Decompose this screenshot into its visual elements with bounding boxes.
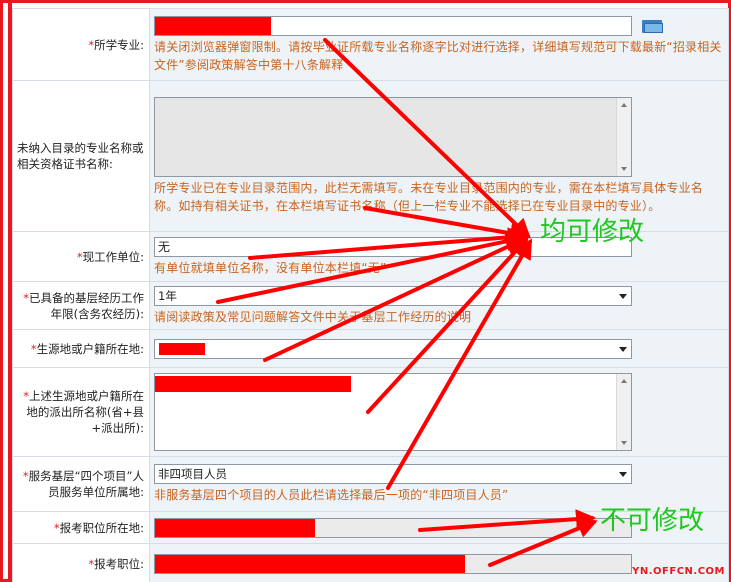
annotation-editable: 均可修改 [540, 217, 645, 247]
label-grassroots-years: *已具备的基层经历工作年限(含务农经历): [12, 281, 150, 330]
label-police-station: *上述生源地或户籍所在地的派出所名称(省+县+派出所): [12, 367, 150, 457]
row-post: *报考职位: [12, 543, 729, 582]
field-cell-four-projects: 非四项目人员 非服务基层四个项目的人员此栏请选择最后一项的“非四项目人员” [149, 456, 729, 512]
label-hukou: *生源地或户籍所在地: [12, 329, 150, 368]
hint-unlisted-major: 所学专业已在专业目录范围内，此栏无需填写。未在专业目录范围内的专业，需在本栏填写… [154, 181, 704, 213]
grassroots-years-value: 1年 [158, 288, 177, 303]
label-unlisted-major: 未纳入目录的专业名称或相关资格证书名称: [12, 80, 150, 232]
row-four-projects: *服务基层“四个项目”人员服务单位所属地: 非四项目人员 非服务基层四个项目的人… [12, 456, 729, 512]
row-major: *所学专业: 请关闭浏览器弹窗限制。请按毕业证所载专业名称逐字比对进行选择，详细… [12, 8, 729, 81]
label-employer: *现工作单位: [12, 231, 150, 282]
police-station-textarea[interactable] [154, 373, 632, 451]
chevron-down-icon [619, 293, 627, 299]
grassroots-years-select[interactable]: 1年 [154, 285, 632, 306]
row-grassroots-years: *已具备的基层经历工作年限(含务农经历): 1年 请阅读政策及常见问题解答文件中… [12, 281, 729, 330]
hint-major: 请关闭浏览器弹窗限制。请按毕业证所载专业名称逐字比对进行选择，详细填写规范可下载… [154, 39, 722, 72]
label-major: *所学专业: [12, 8, 150, 81]
hint-grassroots-years: 请阅读政策及常见问题解答文件中关于基层工作经历的说明 [154, 309, 472, 324]
registration-form: *所学专业: 请关闭浏览器弹窗限制。请按毕业证所载专业名称逐字比对进行选择，详细… [12, 8, 729, 582]
folder-icon[interactable] [641, 18, 664, 34]
post-input [154, 553, 632, 574]
row-police-station: *上述生源地或户籍所在地的派出所名称(省+县+派出所): [12, 367, 729, 457]
hint-employer: 有单位就填单位名称，没有单位本栏填“无” [154, 260, 387, 275]
hukou-select[interactable] [154, 338, 632, 359]
field-cell-unlisted-major: 所学专业已在专业目录范围内，此栏无需填写。未在专业目录范围内的专业，需在本栏填写… [149, 80, 729, 232]
label-post: *报考职位: [12, 543, 150, 582]
redacted-value [155, 376, 351, 392]
label-post-location: *报考职位所在地: [12, 511, 150, 544]
major-input[interactable] [154, 15, 632, 36]
redacted-value [155, 518, 315, 537]
unlisted-major-textarea[interactable] [154, 97, 632, 177]
row-unlisted-major: 未纳入目录的专业名称或相关资格证书名称: 所学专业已在专业目录范围内，此栏无需填… [12, 80, 729, 232]
textarea-scrollbar[interactable] [616, 98, 631, 176]
chevron-down-icon [619, 472, 627, 477]
post-location-input [154, 517, 632, 538]
field-cell-major: 请关闭浏览器弹窗限制。请按毕业证所载专业名称逐字比对进行选择，详细填写规范可下载… [149, 8, 729, 81]
field-cell-hukou [149, 329, 729, 368]
textarea-scrollbar[interactable] [616, 374, 631, 450]
redacted-value [155, 554, 465, 573]
redacted-value [159, 342, 205, 355]
field-cell-grassroots-years: 1年 请阅读政策及常见问题解答文件中关于基层工作经历的说明 [149, 281, 729, 330]
annotation-not-editable: 不可修改 [600, 506, 705, 536]
watermark: YN.OFFCN.COM [632, 566, 725, 577]
redacted-value [155, 16, 271, 35]
chevron-down-icon [619, 346, 627, 352]
four-projects-select[interactable]: 非四项目人员 [154, 464, 632, 484]
field-cell-police-station [149, 367, 729, 457]
row-hukou: *生源地或户籍所在地: [12, 329, 729, 368]
label-four-projects: *服务基层“四个项目”人员服务单位所属地: [12, 456, 150, 512]
hint-four-projects: 非服务基层四个项目的人员此栏请选择最后一项的“非四项目人员” [154, 488, 509, 502]
four-projects-value: 非四项目人员 [158, 467, 227, 481]
